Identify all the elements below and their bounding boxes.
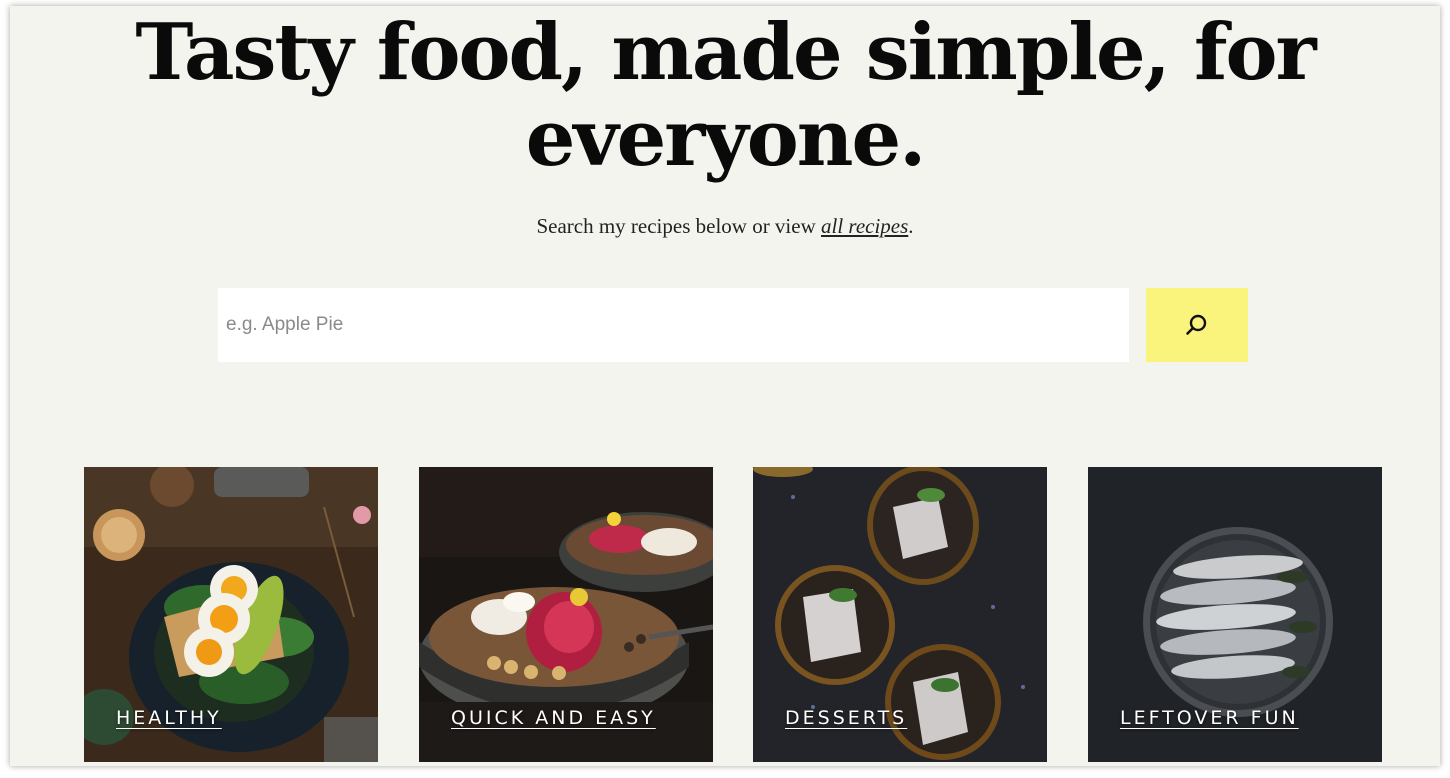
search-input[interactable] xyxy=(218,288,1129,362)
category-tile-healthy[interactable]: HEALTHY xyxy=(84,467,378,762)
page: Tasty food, made simple, for everyone. S… xyxy=(10,6,1440,766)
category-tile-quick-and-easy[interactable]: QUICK AND EASY xyxy=(419,467,713,762)
subline-period: . xyxy=(908,214,914,238)
hero-headline-line2: everyone. xyxy=(525,93,927,184)
category-label: QUICK AND EASY xyxy=(451,707,656,729)
hero-headline-line1: Tasty food, made simple, for xyxy=(135,7,1316,98)
search-icon xyxy=(1186,314,1207,335)
subline-text: Search my recipes below or view xyxy=(536,214,822,238)
all-recipes-link[interactable]: all recipes xyxy=(821,214,908,238)
hero-subline: Search my recipes below or view all reci… xyxy=(10,214,1440,239)
category-label: LEFTOVER FUN xyxy=(1120,707,1299,729)
category-label: HEALTHY xyxy=(116,707,222,729)
search-button[interactable] xyxy=(1146,288,1248,362)
hero-headline: Tasty food, made simple, for everyone. xyxy=(10,10,1440,182)
category-label: DESSERTS xyxy=(785,707,908,729)
category-tile-leftover-fun[interactable]: LEFTOVER FUN xyxy=(1088,467,1382,762)
category-tile-desserts[interactable]: DESSERTS xyxy=(753,467,1047,762)
